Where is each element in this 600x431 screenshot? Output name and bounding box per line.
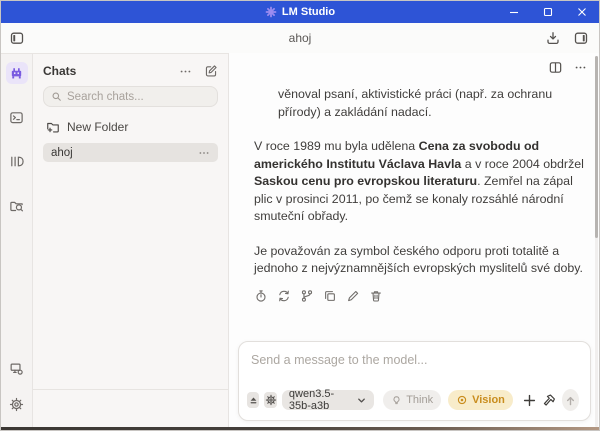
eye-icon [456, 394, 468, 406]
eject-model-button[interactable] [247, 392, 259, 408]
vision-toggle[interactable]: Vision [448, 390, 513, 410]
hammer-tools-icon [542, 393, 557, 408]
chat-menu-ellipsis-icon[interactable] [574, 61, 587, 74]
scrollbar[interactable] [595, 56, 598, 427]
sidebar-left-toggle-icon[interactable] [9, 30, 25, 46]
toolbar: ahoj [1, 23, 599, 53]
chevron-down-icon [356, 395, 367, 406]
new-folder-label: New Folder [67, 120, 128, 134]
model-settings-button[interactable] [264, 392, 276, 408]
chats-menu-ellipsis-icon[interactable] [179, 65, 192, 78]
close-button[interactable] [565, 1, 599, 23]
new-folder-button[interactable]: New Folder [43, 120, 218, 134]
regenerate-icon[interactable] [277, 289, 291, 303]
timer-icon[interactable] [254, 289, 268, 303]
left-rail [1, 53, 33, 427]
search-chats-input[interactable] [67, 91, 210, 103]
message-paragraph: Je považován za symbol českého odporu pr… [254, 243, 592, 278]
plus-icon [522, 393, 537, 408]
models-icon [9, 154, 24, 169]
delete-icon[interactable] [369, 289, 383, 303]
copy-icon[interactable] [323, 289, 337, 303]
right-panel-toggle-icon[interactable] [573, 30, 589, 46]
terminal-icon [9, 110, 24, 125]
current-chat-title: ahoj [1, 31, 599, 45]
message-input[interactable] [251, 353, 578, 367]
eject-icon [248, 395, 259, 406]
maximize-button[interactable] [531, 1, 565, 23]
message-actions [254, 289, 592, 303]
app-title: LM Studio [265, 6, 335, 18]
app-title-text: LM Studio [282, 6, 335, 18]
think-label: Think [406, 394, 433, 406]
chat-list-item-ahoj[interactable]: ahoj [43, 143, 218, 162]
scrollbar-thumb[interactable] [595, 56, 598, 238]
lightbulb-icon [391, 395, 402, 406]
lm-studio-logo-icon [265, 6, 277, 18]
download-icon[interactable] [545, 30, 561, 46]
chat-icon [9, 66, 24, 81]
model-selector[interactable]: qwen3.5-35b-a3b [282, 390, 374, 410]
chat-item-ellipsis-icon[interactable] [198, 147, 210, 159]
model-name: qwen3.5-35b-a3b [289, 388, 352, 412]
message-paragraph: V roce 1989 mu byla udělena Cena za svob… [254, 138, 592, 226]
composer: qwen3.5-35b-a3b Think [238, 341, 591, 421]
rail-item-settings[interactable] [6, 393, 28, 415]
search-chats-box [43, 86, 218, 107]
titlebar: LM Studio [1, 1, 599, 23]
sidebar-footer [43, 390, 218, 427]
branch-icon[interactable] [300, 289, 314, 303]
new-chat-icon[interactable] [204, 64, 218, 78]
gear-icon [265, 394, 277, 406]
rail-item-developer[interactable] [6, 357, 28, 379]
rail-item-models[interactable] [6, 150, 28, 172]
folder-plus-icon [46, 120, 60, 134]
columns-icon[interactable] [548, 60, 563, 75]
send-arrow-icon [564, 394, 577, 407]
send-button[interactable] [562, 389, 579, 411]
search-icon [51, 91, 62, 102]
chat-item-title: ahoj [51, 147, 198, 159]
settings-gear-icon [9, 397, 24, 412]
attach-plus-button[interactable] [522, 393, 537, 408]
window-bottom-edge [1, 427, 599, 430]
developer-icon [9, 361, 24, 376]
sidebar-title: Chats [43, 64, 167, 78]
message-paragraph: věnoval psaní, aktivistické práci (např.… [254, 86, 592, 121]
rail-item-terminal[interactable] [6, 106, 28, 128]
window-controls [497, 1, 599, 23]
lm-studio-window: LM Studio ahoj [0, 0, 600, 431]
edit-icon[interactable] [346, 289, 360, 303]
vision-label: Vision [472, 394, 505, 406]
rail-item-chat[interactable] [6, 62, 28, 84]
minimize-button[interactable] [497, 1, 531, 23]
rail-item-discover[interactable] [6, 194, 28, 216]
tools-button[interactable] [542, 393, 557, 408]
discover-icon [9, 198, 24, 213]
app-body: Chats [1, 53, 599, 427]
assistant-message: věnoval psaní, aktivistické práci (např.… [254, 86, 592, 303]
chats-sidebar: Chats [33, 53, 229, 427]
think-toggle[interactable]: Think [383, 390, 441, 410]
message-paragraphs: věnoval psaní, aktivistické práci (např.… [254, 86, 592, 278]
chat-main: věnoval psaní, aktivistické práci (např.… [229, 53, 599, 427]
